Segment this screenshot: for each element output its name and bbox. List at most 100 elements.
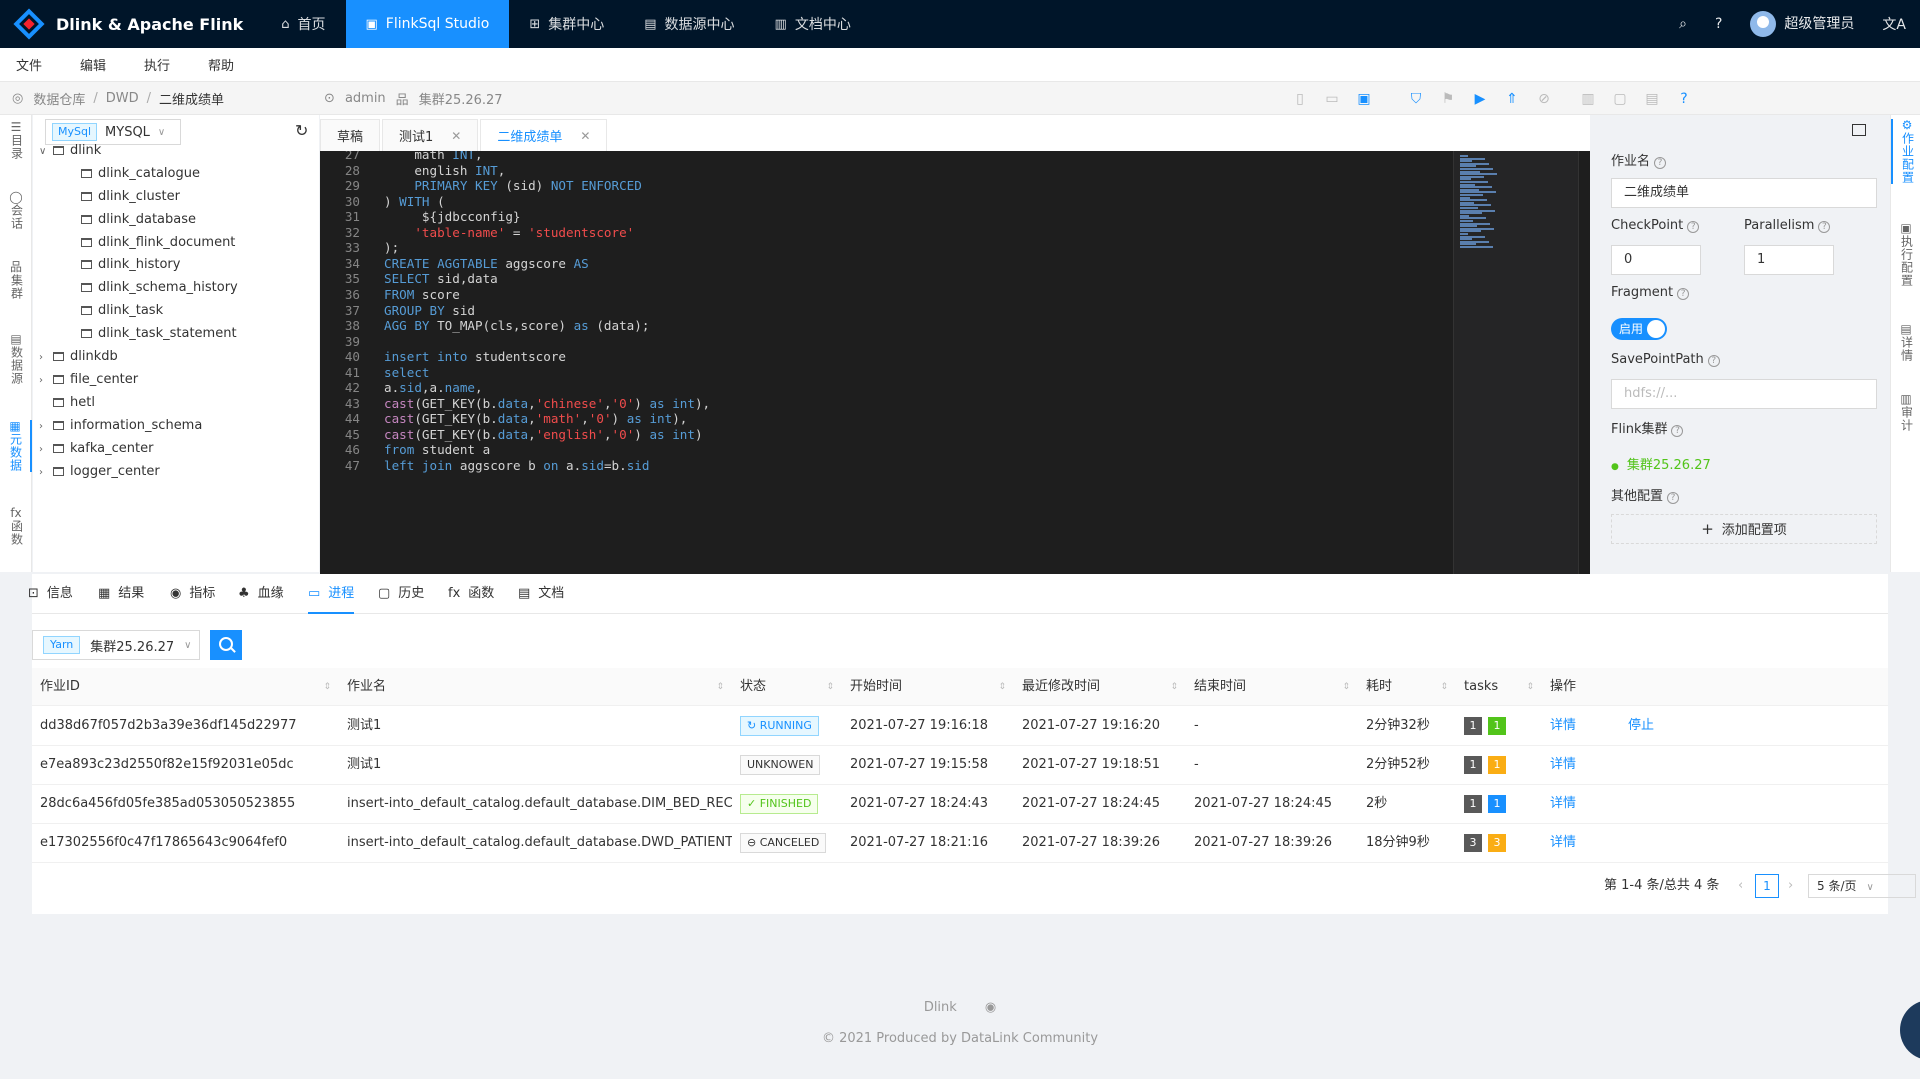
search-icon[interactable]: ⌕ <box>1665 16 1701 32</box>
table-header-cell[interactable]: 状态 ⇕ <box>732 668 842 706</box>
tree-schema-node[interactable]: › information_schema <box>39 415 202 437</box>
help-icon[interactable]: ? <box>1701 16 1736 32</box>
chevron-right-icon[interactable]: › <box>39 439 53 461</box>
page-size-select[interactable]: 5 条/页 ∨ <box>1808 874 1916 898</box>
detail-link[interactable]: 详情 <box>1550 796 1576 811</box>
collapse-panel-icon[interactable] <box>1852 124 1866 136</box>
menu-execute[interactable]: 执行 <box>144 55 170 74</box>
rail-job-config[interactable]: ⚙ 作业配置 <box>1891 119 1920 184</box>
footer-link-dlink[interactable]: Dlink <box>924 1000 957 1015</box>
question-icon[interactable]: ? <box>1654 157 1667 169</box>
bottom-tab-calendar[interactable]: ▢ 历史 <box>378 574 424 614</box>
rail-session[interactable]: ◯ 会话 <box>0 191 32 231</box>
parallelism-input[interactable]: 1 <box>1744 245 1834 275</box>
editor-scrollbar[interactable] <box>1578 151 1590 574</box>
tree-table-node[interactable]: dlink_database <box>81 209 196 231</box>
question-icon[interactable]: ? <box>1667 492 1680 504</box>
close-icon[interactable]: ✕ <box>580 129 590 143</box>
prev-page-icon[interactable]: ‹ <box>1738 874 1743 898</box>
stop-icon[interactable]: ⊘ <box>1528 91 1560 107</box>
sort-icon[interactable]: ⇕ <box>1526 668 1534 706</box>
new-file-icon[interactable]: ▯ <box>1284 91 1316 107</box>
nav-item-2[interactable]: ⊞ 集群中心 <box>509 0 624 48</box>
rail-catalogue[interactable]: ☰ 目录 <box>0 121 32 161</box>
delete-icon[interactable]: ▥ <box>1572 91 1604 107</box>
next-page-icon[interactable]: › <box>1788 874 1793 898</box>
bottom-tab-desktop[interactable]: ▭ 进程 <box>308 574 355 614</box>
bottom-tab-terminal[interactable]: ⊡ 信息 <box>28 574 73 614</box>
bottom-tab-document[interactable]: ▤ 文档 <box>518 574 564 614</box>
chevron-right-icon[interactable]: › <box>39 370 53 392</box>
table-header-cell[interactable]: 结束时间 ⇕ <box>1186 668 1358 706</box>
close-icon[interactable]: ✕ <box>451 129 461 143</box>
brand-logo[interactable]: Dlink & Apache Flink <box>0 0 261 48</box>
job-name-input[interactable]: 二维成绩单 <box>1611 178 1877 208</box>
rail-cluster[interactable]: 品集群 <box>0 261 32 301</box>
tree-table-node[interactable]: dlink_task_statement <box>81 323 237 345</box>
page-number[interactable]: 1 <box>1755 874 1779 898</box>
bottom-tab-function[interactable]: fx 函数 <box>448 574 494 614</box>
language-icon[interactable]: 文A <box>1868 14 1920 34</box>
sort-icon[interactable]: ⇕ <box>1170 668 1178 706</box>
table-header-cell[interactable]: tasks ⇕ <box>1456 668 1542 706</box>
table-header-cell[interactable]: 耗时 ⇕ <box>1358 668 1456 706</box>
tree-schema-node[interactable]: › file_center <box>39 369 138 391</box>
github-icon[interactable]: ◉ <box>985 1000 996 1015</box>
chevron-right-icon[interactable]: › <box>39 416 53 438</box>
tree-table-node[interactable]: dlink_task <box>81 300 163 322</box>
sort-icon[interactable]: ⇕ <box>998 668 1006 706</box>
sort-icon[interactable]: ⇕ <box>323 668 331 706</box>
rail-metadata[interactable]: ▦ 元数据 <box>0 420 32 472</box>
clear-icon[interactable]: ▤ <box>1636 91 1668 107</box>
tree-table-node[interactable]: dlink_flink_document <box>81 232 235 254</box>
flink-cluster-value[interactable]: ● 集群25.26.27 <box>1611 454 1711 473</box>
nav-item-0[interactable]: ⌂ 首页 <box>261 0 345 48</box>
copy-icon[interactable]: ▢ <box>1604 91 1636 107</box>
sort-icon[interactable]: ⇕ <box>716 668 724 706</box>
nav-item-3[interactable]: ▤ 数据源中心 <box>624 0 754 48</box>
chevron-right-icon[interactable]: › <box>39 347 53 369</box>
question-icon[interactable]: ? <box>1707 355 1720 367</box>
question-icon[interactable]: ? <box>1818 221 1831 233</box>
rail-detail[interactable]: ▤ 详情 <box>1891 323 1920 363</box>
add-config-button[interactable]: + 添加配置项 <box>1611 514 1877 544</box>
tree-schema-node[interactable]: hetl <box>39 392 95 414</box>
flag-icon[interactable]: ⚑ <box>1432 91 1464 107</box>
rail-execute-config[interactable]: ▣ 执行配置 <box>1891 222 1920 288</box>
checkpoint-input[interactable]: 0 <box>1611 245 1701 275</box>
editor-minimap[interactable] <box>1453 151 1578 574</box>
tab-score-report[interactable]: 二维成绩单 ✕ <box>480 119 608 151</box>
user-menu[interactable]: 超级管理员 <box>1736 11 1868 37</box>
search-button[interactable] <box>210 630 242 660</box>
tree-schema-node[interactable]: › kafka_center <box>39 438 153 460</box>
submit-icon[interactable]: ⇑ <box>1496 91 1528 107</box>
question-icon[interactable]: ? <box>1687 221 1700 233</box>
table-header-cell[interactable]: 作业名 ⇕ <box>339 668 732 706</box>
sort-icon[interactable]: ⇕ <box>1342 668 1350 706</box>
tree-schema-node[interactable]: › logger_center <box>39 461 160 483</box>
chevron-right-icon[interactable]: › <box>39 462 53 484</box>
cluster-select[interactable]: Yarn 集群25.26.27 ∨ <box>32 630 200 660</box>
tree-table-node[interactable]: dlink_catalogue <box>81 163 200 185</box>
bottom-tab-dashboard[interactable]: ◉ 指标 <box>170 574 215 614</box>
menu-file[interactable]: 文件 <box>16 55 42 74</box>
bottom-tab-table[interactable]: ▦ 结果 <box>98 574 144 614</box>
stop-link[interactable]: 停止 <box>1628 718 1654 733</box>
nav-item-1[interactable]: ▣ FlinkSql Studio <box>345 0 510 48</box>
save-icon[interactable]: ▣ <box>1348 91 1380 107</box>
tree-table-node[interactable]: dlink_history <box>81 254 180 276</box>
bottom-tab-lineage[interactable]: ♣ 血缘 <box>238 574 284 614</box>
sql-editor[interactable]: 27 math INT, 28 english INT, 29 PRIMARY KE… <box>320 151 1590 574</box>
tree-table-node[interactable]: dlink_schema_history <box>81 277 238 299</box>
breadcrumb-item[interactable]: 数据仓库 <box>33 89 85 108</box>
menu-edit[interactable]: 编辑 <box>80 55 106 74</box>
detail-link[interactable]: 详情 <box>1550 718 1576 733</box>
breadcrumb-item[interactable]: DWD <box>106 91 139 106</box>
check-icon[interactable]: ⛉ <box>1400 91 1432 107</box>
question-icon[interactable]: ? <box>1671 425 1684 437</box>
tree-schema-node[interactable]: ∨ dlink <box>39 140 101 162</box>
tab-draft[interactable]: 草稿 <box>320 119 381 151</box>
question-icon[interactable]: ? <box>1677 288 1690 300</box>
rail-datasource[interactable]: ▤ 数据源 <box>0 333 32 386</box>
execute-icon[interactable]: ▶ <box>1464 91 1496 107</box>
